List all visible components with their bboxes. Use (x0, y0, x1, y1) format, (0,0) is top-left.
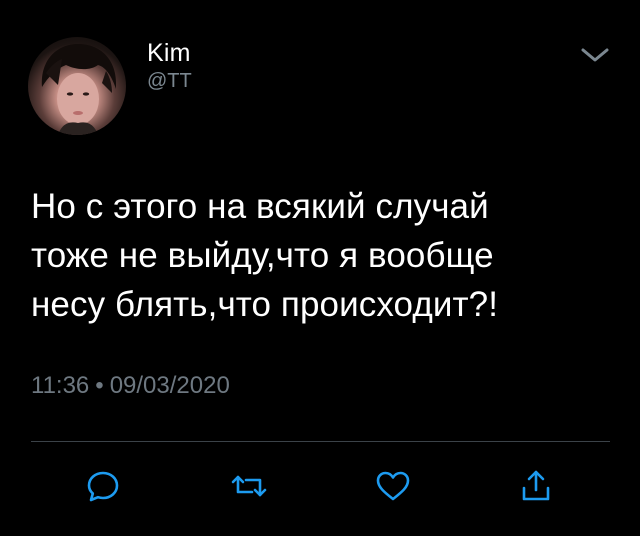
avatar[interactable] (28, 37, 126, 135)
tweet-text: Но с этого на всякий случай тоже не выйд… (31, 187, 499, 324)
tweet-card: Kim @TT Но с этого на всякий случай тоже… (0, 0, 640, 536)
user-info[interactable]: Kim @TT (147, 38, 192, 93)
user-handle[interactable]: @TT (147, 69, 192, 93)
retweet-button[interactable] (227, 466, 271, 510)
heart-icon (374, 468, 412, 509)
tweet-date: 09/03/2020 (109, 372, 230, 399)
display-name[interactable]: Kim (147, 38, 192, 68)
divider (31, 441, 610, 442)
share-button[interactable] (514, 466, 558, 510)
tweet-time: 11:36 (31, 372, 90, 399)
action-bar (0, 466, 640, 510)
tweet-meta: 11:36 • 09/03/2020 (31, 371, 230, 401)
retweet-icon (230, 468, 268, 509)
reply-icon (85, 468, 121, 509)
reply-button[interactable] (81, 466, 125, 510)
meta-separator: • (95, 372, 104, 399)
like-button[interactable] (371, 466, 415, 510)
share-icon (520, 468, 552, 509)
chevron-down-icon[interactable] (578, 44, 612, 66)
